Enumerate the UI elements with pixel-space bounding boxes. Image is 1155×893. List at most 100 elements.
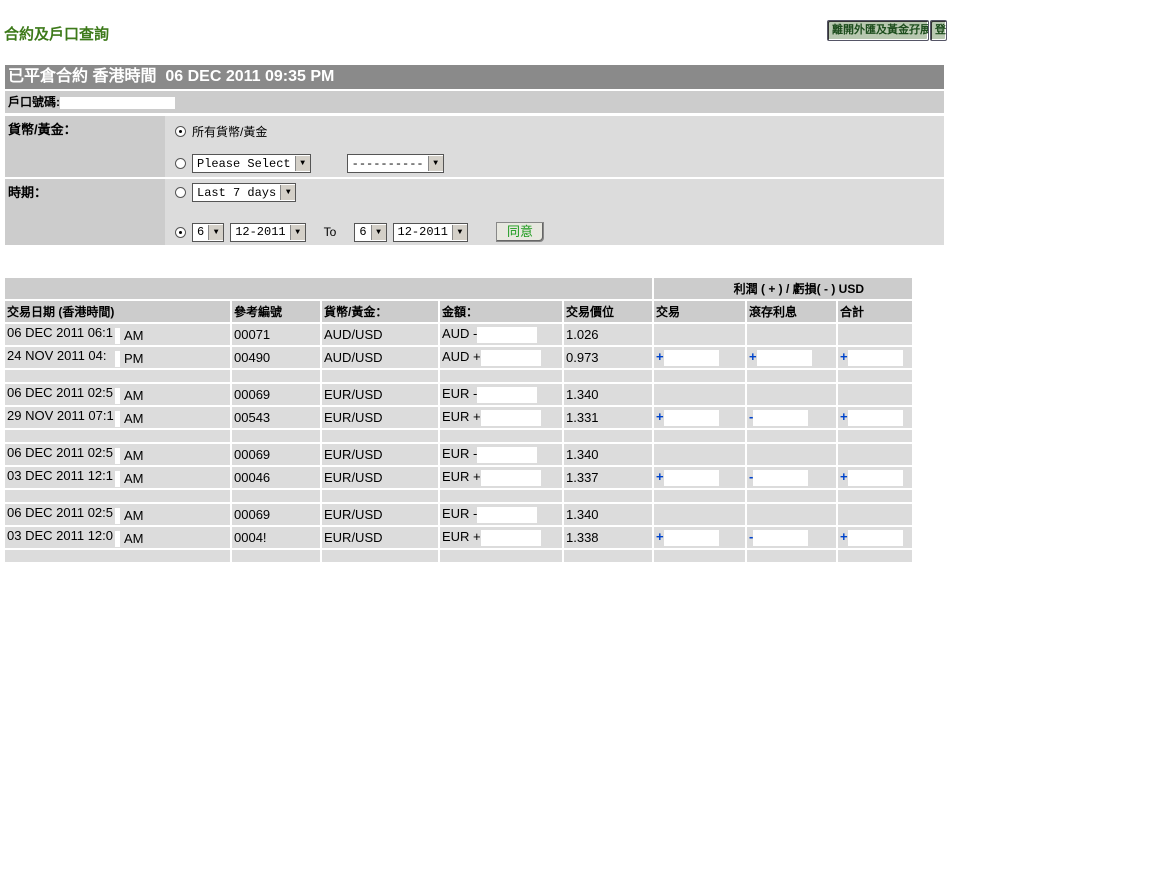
rollover-cell: - xyxy=(747,407,836,428)
currency-select-value: Please Select xyxy=(197,156,291,171)
reference: 00071 xyxy=(234,327,271,342)
col-price-header: 交易價位 xyxy=(564,301,652,322)
to-day-select[interactable]: 6 ▼ xyxy=(354,222,387,242)
rollover-cell xyxy=(747,504,836,525)
amount: AUD - xyxy=(442,326,478,342)
table-row: 03 DEC 2011 12:0 AM 0004! EUR/USD EUR + 1… xyxy=(5,527,912,548)
price-cell: 1.340 xyxy=(564,384,652,405)
logout-button[interactable]: 登 xyxy=(930,20,947,41)
amount-cell: EUR + xyxy=(440,467,562,488)
col-currency-header: 貨幣/黃金： xyxy=(322,301,438,322)
trade-date-cell: 06 DEC 2011 02:5 AM xyxy=(5,444,230,465)
spacer-row xyxy=(5,550,912,562)
currency-select-2-value: ---------- xyxy=(351,156,424,171)
reference: 0004! xyxy=(234,530,267,545)
trade-ampm: AM xyxy=(124,507,144,523)
total-sign: + xyxy=(840,349,848,365)
col-rollover-interest-header: 滾存利息 xyxy=(747,301,836,322)
trade-pl-cell: + xyxy=(654,467,745,488)
trade-price: 1.340 xyxy=(566,507,599,522)
trade-ampm: AM xyxy=(124,387,144,403)
price-cell: 1.331 xyxy=(564,407,652,428)
section-title: 已平倉合約 香港時間 xyxy=(8,68,157,85)
price-cell: 1.026 xyxy=(564,324,652,345)
redacted-value xyxy=(480,469,541,486)
trade-price: 0.973 xyxy=(566,350,599,365)
date-range-radio[interactable] xyxy=(175,226,186,238)
trade-date: 24 NOV 2011 04: xyxy=(7,347,107,363)
reference-cell: 0004! xyxy=(232,527,320,548)
reference-cell: 00069 xyxy=(232,444,320,465)
all-currencies-label: 所有貨幣/黃金 xyxy=(192,125,268,139)
redacted-value xyxy=(753,469,809,486)
currency-select[interactable]: Please Select ▼ xyxy=(192,154,311,173)
reference: 00490 xyxy=(234,350,271,365)
section-header: 已平倉合約 香港時間 06 DEC 2011 09:35 PM xyxy=(5,65,944,89)
table-row: 06 DEC 2011 02:5 AM 00069 EUR/USD EUR - 1… xyxy=(5,504,912,525)
from-month-select[interactable]: 12-2011 ▼ xyxy=(230,222,306,242)
redacted-value xyxy=(477,386,538,403)
redacted-value xyxy=(115,388,120,405)
total-cell xyxy=(838,504,912,525)
amount-cell: EUR + xyxy=(440,407,562,428)
trade-date: 06 DEC 2011 06:1 xyxy=(7,324,113,340)
period-label: 時期： xyxy=(5,179,169,245)
currency-cell: EUR/USD xyxy=(322,407,438,428)
chevron-down-icon: ▼ xyxy=(289,224,305,240)
to-month-select[interactable]: 12-2011 ▼ xyxy=(392,222,468,242)
currency-filter-row: 貨幣/黃金： 所有貨幣/黃金 Please Select ▼ ----------… xyxy=(5,116,944,177)
redacted-account-number xyxy=(60,96,175,109)
exit-fx-gold-margin-button[interactable]: 離開外匯及黃金孖展 xyxy=(827,20,929,41)
total-sign: + xyxy=(840,469,848,485)
redacted-value xyxy=(115,471,120,488)
group-header-blank xyxy=(5,278,652,299)
trade-date: 06 DEC 2011 02:5 xyxy=(7,504,113,520)
amount: EUR + xyxy=(442,469,481,485)
trade-sign: + xyxy=(656,469,664,485)
table-row: 06 DEC 2011 06:1 AM 00071 AUD/USD AUD - 1… xyxy=(5,324,912,345)
from-day-select[interactable]: 6 ▼ xyxy=(192,222,225,242)
trade-pl-cell xyxy=(654,444,745,465)
redacted-value xyxy=(663,349,719,366)
chevron-down-icon: ▼ xyxy=(451,224,467,240)
reference-cell: 00069 xyxy=(232,504,320,525)
trade-pl-cell: + xyxy=(654,347,745,368)
period-filter-row: 時期： Last 7 days ▼ 6 ▼ 12-2011 ▼ To 6 ▼ 12-20… xyxy=(5,179,944,245)
currency-select-2[interactable]: ---------- ▼ xyxy=(346,154,444,173)
price-cell: 1.338 xyxy=(564,527,652,548)
total-cell: + xyxy=(838,527,912,548)
to-label: To xyxy=(323,225,337,239)
currency-cell: EUR/USD xyxy=(322,467,438,488)
redacted-value xyxy=(756,349,812,366)
redacted-value xyxy=(115,328,120,345)
rollover-cell: - xyxy=(747,527,836,548)
total-cell: + xyxy=(838,467,912,488)
period-select[interactable]: Last 7 days ▼ xyxy=(192,183,297,202)
reference: 00069 xyxy=(234,507,271,522)
preset-period-radio[interactable] xyxy=(175,187,186,198)
redacted-value xyxy=(847,409,903,426)
chevron-down-icon: ▼ xyxy=(427,156,443,171)
amount: AUD + xyxy=(442,349,481,365)
currency-cell: AUD/USD xyxy=(322,347,438,368)
submit-button[interactable]: 同意 xyxy=(495,222,544,242)
amount: EUR - xyxy=(442,446,478,462)
trade-sign: + xyxy=(656,409,664,425)
amount-cell: AUD + xyxy=(440,347,562,368)
all-currencies-radio[interactable] xyxy=(175,126,186,137)
trade-pl-cell: + xyxy=(654,527,745,548)
reference: 00069 xyxy=(234,447,271,462)
table-row: 03 DEC 2011 12:1 AM 00046 EUR/USD EUR + 1… xyxy=(5,467,912,488)
trade-date-cell: 03 DEC 2011 12:1 AM xyxy=(5,467,230,488)
col-amount-header: 金額： xyxy=(440,301,562,322)
reference: 00069 xyxy=(234,387,271,402)
to-day-value: 6 xyxy=(359,225,367,239)
currency-pair: EUR/USD xyxy=(324,410,383,425)
reference-cell: 00071 xyxy=(232,324,320,345)
price-cell: 1.337 xyxy=(564,467,652,488)
redacted-value xyxy=(753,409,809,426)
select-currency-radio[interactable] xyxy=(175,158,186,169)
period-select-value: Last 7 days xyxy=(197,185,277,200)
trade-pl-cell xyxy=(654,504,745,525)
col-reference-header: 參考編號 xyxy=(232,301,320,322)
